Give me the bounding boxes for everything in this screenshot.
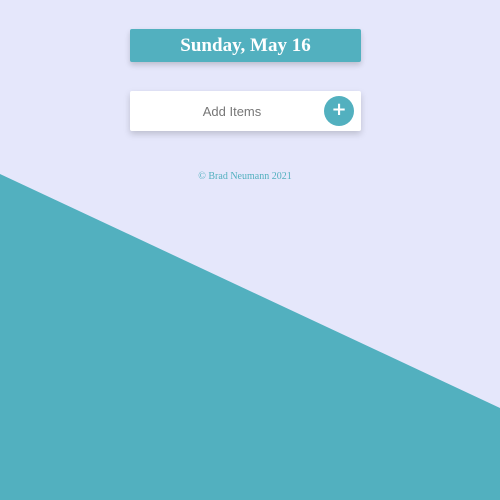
add-item-input[interactable]: [130, 91, 334, 131]
date-title: Sunday, May 16: [180, 34, 311, 56]
background-diagonal-shape: [0, 174, 500, 500]
date-header: Sunday, May 16: [130, 29, 361, 62]
footer-copyright: © Brad Neumann 2021: [198, 171, 292, 182]
plus-icon: +: [331, 99, 347, 120]
add-item-button[interactable]: +: [324, 96, 354, 126]
add-item-form: +: [130, 91, 361, 131]
